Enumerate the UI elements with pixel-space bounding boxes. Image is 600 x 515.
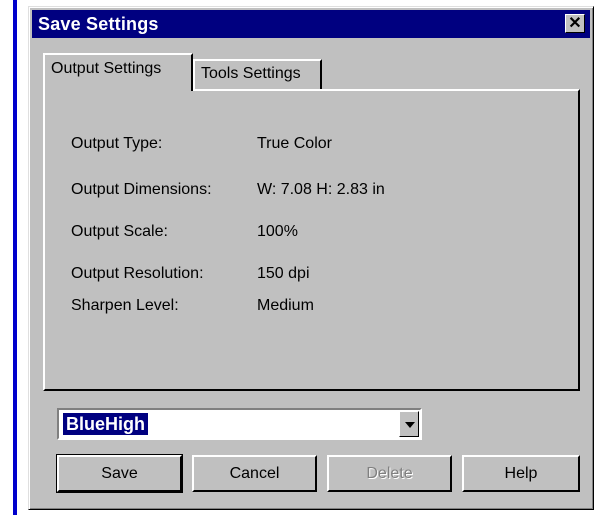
close-button[interactable]: ✕ — [565, 14, 585, 33]
setting-label: Output Scale: — [71, 223, 168, 240]
setting-label: Sharpen Level: — [71, 297, 179, 314]
setting-value: 150 dpi — [257, 265, 310, 282]
setting-value: True Color — [257, 135, 332, 152]
preset-combobox[interactable]: BlueHigh — [57, 408, 422, 440]
window-title: Save Settings — [38, 14, 159, 34]
tab-output-settings[interactable]: Output Settings — [43, 53, 193, 91]
setting-value: Medium — [257, 297, 314, 314]
preset-selected-value[interactable]: BlueHigh — [63, 413, 148, 435]
setting-label: Output Dimensions: — [71, 181, 212, 198]
cancel-button[interactable]: Cancel — [192, 455, 317, 492]
close-icon: ✕ — [568, 15, 582, 32]
help-button[interactable]: Help — [462, 455, 580, 492]
save-settings-dialog: Save Settings ✕ Output Settings Tools Se… — [28, 6, 594, 510]
setting-label: Output Resolution: — [71, 265, 204, 282]
background-edge — [0, 0, 17, 515]
setting-value: 100% — [257, 223, 298, 240]
setting-value: W: 7.08 H: 2.83 in — [257, 181, 385, 198]
setting-label: Output Type: — [71, 135, 163, 152]
tab-tools-settings[interactable]: Tools Settings — [193, 59, 322, 89]
save-button[interactable]: Save — [56, 454, 183, 493]
delete-button[interactable]: Delete — [327, 455, 452, 492]
chevron-down-icon[interactable] — [399, 411, 419, 437]
title-bar[interactable]: Save Settings ✕ — [32, 10, 590, 38]
output-settings-panel: Output Type: True Color Output Dimension… — [43, 89, 580, 391]
